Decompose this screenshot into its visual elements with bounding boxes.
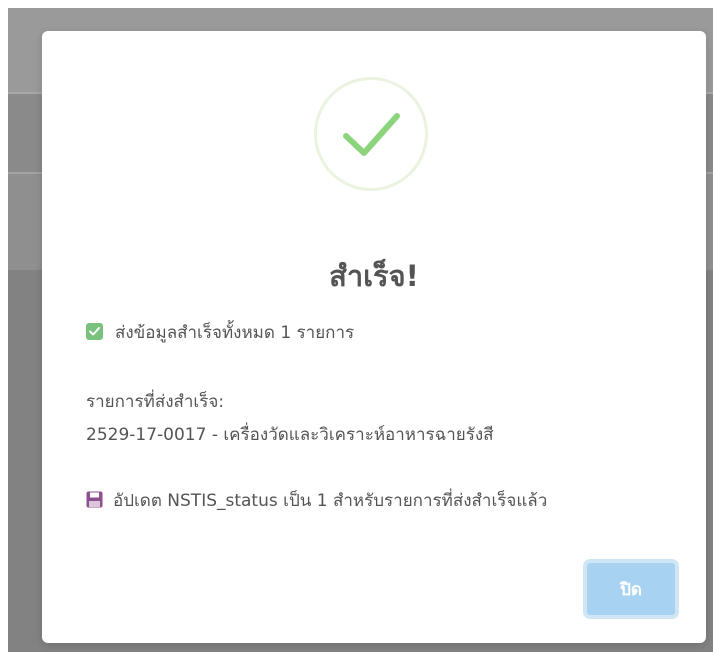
dialog-title: สำเร็จ! <box>329 259 419 293</box>
items-heading: รายการที่ส่งสำเร็จ: <box>86 392 225 412</box>
checkbox-check-icon <box>86 323 103 340</box>
list-item: 2529-17-0017 - เครื่องวัดและวิเคราะห์อาห… <box>86 425 494 445</box>
summary-text: ส่งข้อมูลสำเร็จทั้งหมด 1 รายการ <box>115 323 355 343</box>
close-button[interactable]: ปิด <box>583 559 679 619</box>
summary-line: ส่งข้อมูลสำเร็จทั้งหมด 1 รายการ <box>86 319 354 346</box>
update-note-line: อัปเดต NSTIS_status เป็น 1 สำหรับรายการท… <box>86 487 547 514</box>
success-dialog: สำเร็จ! ส่งข้อมูลสำเร็จทั้งหมด 1 รายการ … <box>42 31 706 643</box>
success-checkmark-icon <box>314 77 428 191</box>
update-note-text: อัปเดต NSTIS_status เป็น 1 สำหรับรายการท… <box>113 491 548 511</box>
floppy-disk-icon <box>86 491 103 508</box>
